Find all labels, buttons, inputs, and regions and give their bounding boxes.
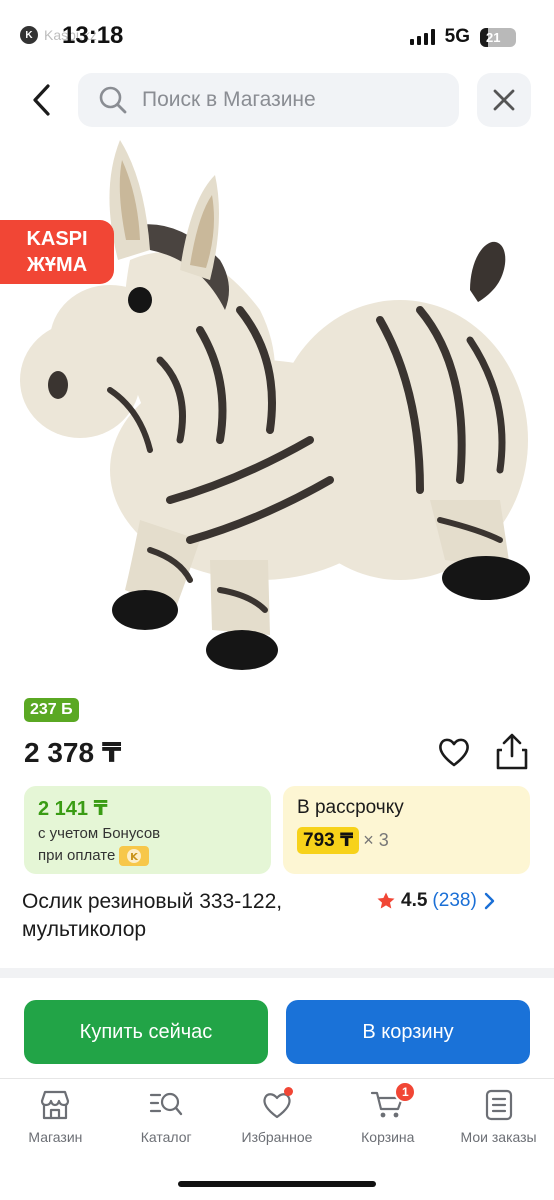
- nav-item-cart[interactable]: 1 Корзина: [332, 1079, 443, 1168]
- promo-badge: KASPI ЖҰМА: [0, 220, 114, 284]
- nav-item-store[interactable]: Магазин: [0, 1079, 111, 1168]
- installment-title: В рассрочку: [297, 797, 404, 818]
- rating-value: 4.5: [401, 890, 428, 911]
- section-divider: [0, 968, 554, 978]
- nav-item-favorites[interactable]: Избранное: [222, 1079, 333, 1168]
- catalog-search-icon: [150, 1092, 183, 1116]
- bonus-price-card[interactable]: 2 141 ₸ с учетом Бонусов при оплате K: [24, 786, 271, 874]
- nav-item-catalog[interactable]: Каталог: [111, 1079, 222, 1168]
- kaspi-coin-icon: K: [119, 846, 150, 867]
- nav-label-catalog: Каталог: [140, 1129, 192, 1145]
- close-icon: [493, 89, 515, 111]
- search-placeholder: Поиск в Магазине: [142, 88, 316, 111]
- close-button[interactable]: [477, 73, 531, 127]
- favorite-button[interactable]: [436, 734, 472, 770]
- buy-now-button[interactable]: Купить сейчас: [24, 1000, 268, 1064]
- bonus-badge: 237 Б: [24, 698, 79, 722]
- orders-icon: [485, 1089, 512, 1121]
- share-icon: [496, 733, 528, 770]
- nav-label-store: Магазин: [28, 1129, 83, 1145]
- nav-label-favorites: Избранное: [241, 1129, 313, 1145]
- bonus-price: 2 141 ₸: [38, 798, 108, 820]
- kaspi-logo-icon: K: [20, 26, 38, 44]
- installment-multiplier: × 3: [363, 830, 389, 850]
- heart-icon: [439, 738, 469, 767]
- installment-card[interactable]: В рассрочку 793 ₸ × 3: [283, 786, 530, 874]
- bonus-note-line1: с учетом Бонусов: [38, 825, 161, 842]
- store-icon: [41, 1090, 70, 1120]
- chevron-right-icon: [484, 892, 494, 910]
- battery-percent: 21: [486, 29, 501, 45]
- review-count: (238): [432, 890, 477, 911]
- nav-label-cart: Корзина: [361, 1129, 415, 1145]
- search-icon: [99, 86, 127, 114]
- favorites-dot-badge: [283, 1087, 293, 1096]
- svg-text:K: K: [130, 852, 139, 863]
- product-title: Ослик резиновый 333-122, мультиколор: [22, 890, 283, 941]
- add-to-cart-button[interactable]: В корзину: [286, 1000, 530, 1064]
- home-indicator[interactable]: [178, 1181, 376, 1187]
- nav-item-orders[interactable]: Мои заказы: [443, 1079, 554, 1168]
- signal-icon: [409, 29, 435, 45]
- product-price: 2 378 ₸: [24, 737, 122, 768]
- promo-badge-line2: ЖҰМА: [26, 254, 88, 276]
- status-indicators: 5G 21: [409, 26, 516, 48]
- installment-monthly-price: 793 ₸: [297, 827, 360, 854]
- status-bar: K Kaspi.kz 13:18 5G 21: [0, 0, 554, 70]
- chevron-left-icon: [33, 84, 50, 116]
- share-button[interactable]: [494, 732, 530, 772]
- nav-label-orders: Мои заказы: [460, 1129, 537, 1145]
- status-time: 13:18: [62, 22, 124, 49]
- bonus-note: с учетом Бонусов при оплате K: [38, 823, 257, 867]
- bottom-nav: Магазин Каталог Избранное 1 Корзина Мои …: [0, 1078, 554, 1168]
- search-input[interactable]: Поиск в Магазине: [78, 73, 459, 127]
- search-header: Поиск в Магазине: [0, 70, 554, 130]
- star-icon: [377, 892, 395, 909]
- network-type: 5G: [444, 26, 470, 47]
- cart-count-badge: 1: [394, 1081, 417, 1103]
- promo-badge-line1: KASPI: [26, 228, 88, 250]
- back-button[interactable]: [22, 80, 62, 120]
- battery-icon: 21: [480, 27, 516, 47]
- rating-link[interactable]: 4.5 (238): [376, 890, 496, 912]
- bonus-note-line2: при оплате: [38, 847, 116, 864]
